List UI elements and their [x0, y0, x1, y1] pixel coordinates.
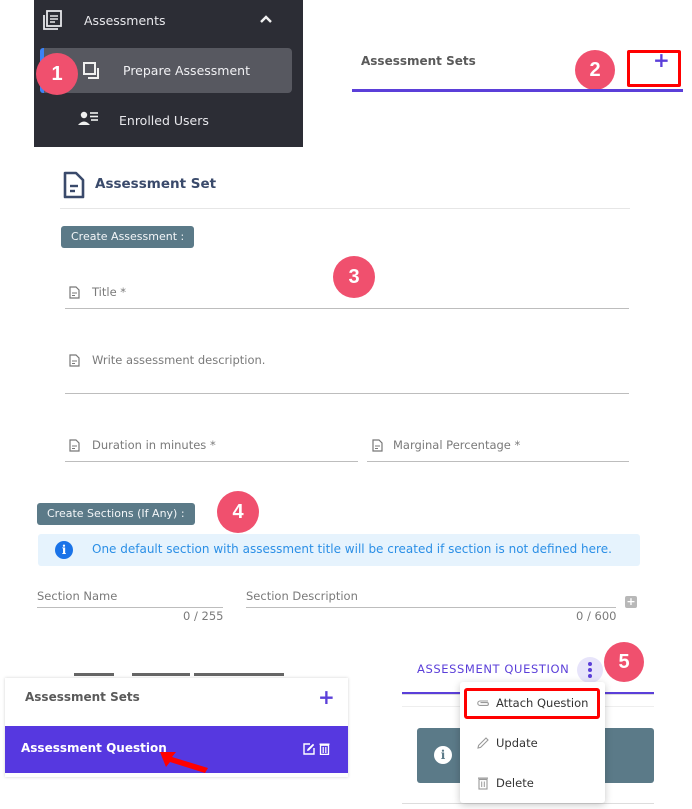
user-list-icon: [78, 111, 98, 125]
menu-item-delete[interactable]: Delete: [460, 764, 605, 802]
add-section-button[interactable]: +: [625, 596, 637, 608]
marginal-placeholder: Marginal Percentage *: [393, 438, 521, 452]
page-title: Assessment Set: [95, 176, 217, 192]
step-badge-4: 4: [217, 491, 259, 533]
info-icon: i: [434, 746, 452, 764]
create-sections-chip: Create Sections (If Any) :: [37, 503, 195, 525]
duration-input[interactable]: Duration in minutes *: [65, 434, 358, 462]
more-options-button[interactable]: [577, 657, 603, 683]
chevron-up-icon[interactable]: [258, 11, 274, 27]
document-icon: [69, 439, 80, 452]
info-icon: i: [55, 541, 73, 559]
assessment-set-name[interactable]: Assessment Question: [21, 741, 167, 755]
duration-placeholder: Duration in minutes *: [92, 438, 216, 452]
step-badge-5: 5: [604, 642, 644, 682]
highlight-box: [464, 688, 600, 719]
add-assessment-set-button[interactable]: +: [653, 50, 670, 70]
add-assessment-set-button[interactable]: +: [318, 685, 335, 709]
section-name-input[interactable]: Section Name: [37, 589, 223, 608]
section-description-label: Section Description: [246, 589, 358, 603]
sidebar-item-label: Enrolled Users: [119, 113, 209, 128]
section-description-counter: 0 / 600: [576, 609, 617, 623]
title-placeholder: Title *: [92, 285, 127, 299]
menu-item-label: Delete: [496, 776, 534, 790]
description-textarea[interactable]: Write assessment description.: [65, 350, 629, 394]
divider: [60, 208, 630, 209]
active-tab-underline: [352, 89, 683, 92]
trash-icon[interactable]: [319, 742, 330, 755]
sidebar-section-label: Assessments: [84, 13, 166, 28]
sidebar-item-label: Prepare Assessment: [123, 63, 250, 78]
tab-assessment-question[interactable]: ASSESSMENT QUESTION: [417, 662, 569, 676]
document-icon: [63, 171, 85, 199]
info-message: One default section with assessment titl…: [92, 542, 612, 556]
section-name-counter: 0 / 255: [183, 609, 224, 623]
section-name-label: Section Name: [37, 589, 118, 603]
blurred-caption: [74, 664, 334, 695]
create-assessment-chip: Create Assessment :: [61, 226, 195, 248]
document-icon: [69, 354, 80, 367]
card-title: Assessment Sets: [25, 690, 140, 704]
description-placeholder: Write assessment description.: [92, 353, 266, 367]
step-badge-2: 2: [575, 50, 615, 90]
marginal-percentage-input[interactable]: Marginal Percentage *: [367, 434, 629, 462]
sidebar-section-assessments[interactable]: Assessments: [34, 0, 303, 42]
document-icon: [69, 286, 80, 299]
divider: [402, 803, 654, 804]
edit-icon[interactable]: [303, 743, 315, 755]
info-alert: i One default section with assessment ti…: [38, 534, 640, 566]
pointer-arrow-icon: [160, 752, 208, 773]
trash-icon: [478, 777, 488, 790]
title-input[interactable]: Title *: [65, 281, 629, 309]
assessments-icon: [43, 10, 62, 30]
menu-item-update[interactable]: Update: [460, 724, 605, 762]
document-icon: [372, 439, 383, 452]
menu-item-label: Update: [496, 736, 538, 750]
section-description-input[interactable]: Section Description: [246, 589, 616, 608]
sidebar-item-enrolled-users[interactable]: Enrolled Users: [34, 100, 303, 140]
copy-icon: [83, 62, 99, 79]
pencil-icon: [477, 737, 489, 749]
step-badge-1: 1: [36, 53, 78, 95]
assessment-sets-title: Assessment Sets: [361, 54, 476, 68]
